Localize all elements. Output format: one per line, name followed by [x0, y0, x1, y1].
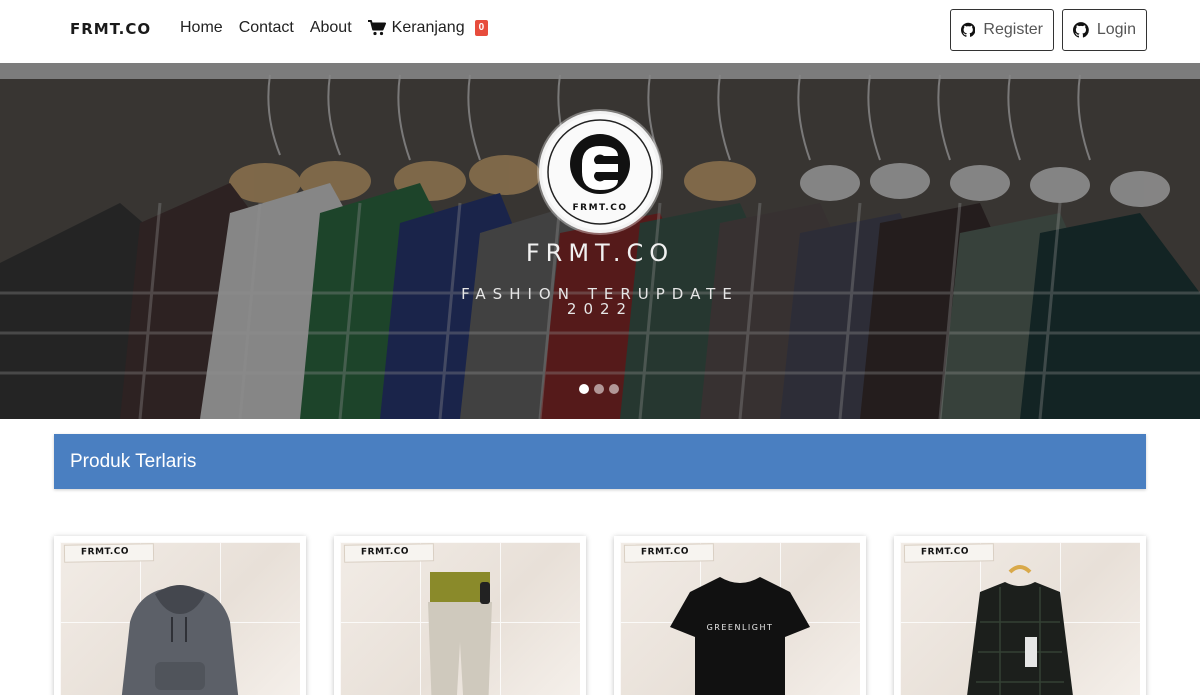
product-image: FRMT.CO GREENLIGHT	[620, 542, 860, 695]
hero-carousel[interactable]: FRMT.CO FRMT.CO FASHION TERUPDATE 2022	[0, 63, 1200, 419]
auth-buttons: Register Login	[950, 9, 1147, 51]
product-card-tshirt[interactable]: FRMT.CO GREENLIGHT	[614, 536, 866, 695]
tshirt-print-text: GREENLIGHT	[707, 623, 774, 632]
product-card-flannel[interactable]: FRMT.CO	[894, 536, 1146, 695]
cart-icon	[367, 20, 386, 36]
carousel-dot-1[interactable]	[579, 384, 589, 394]
brand-logo[interactable]: FRMT.CO	[70, 20, 151, 38]
pants-image	[428, 572, 492, 695]
product-card-pants[interactable]: FRMT.CO	[334, 536, 586, 695]
register-label: Register	[983, 21, 1043, 38]
cart-count-badge: 0	[474, 20, 489, 36]
carousel-dot-3[interactable]	[609, 384, 619, 394]
nav-link-home[interactable]: Home	[180, 19, 223, 37]
cart-label: Keranjang	[391, 19, 465, 36]
product-image: FRMT.CO	[60, 542, 300, 695]
frmt-logo-icon: FRMT.CO	[547, 119, 653, 225]
hero-brand-logo: FRMT.CO	[539, 111, 661, 233]
carousel-dot-2[interactable]	[594, 384, 604, 394]
hero-subtitle: FASHION TERUPDATE 2022	[0, 287, 1200, 317]
flannel-shirt-image	[967, 565, 1073, 695]
hero-subtitle-line2: 2022	[566, 300, 634, 318]
nav-link-about[interactable]: About	[310, 19, 352, 37]
product-image: FRMT.CO	[340, 542, 580, 695]
github-icon	[1073, 22, 1089, 38]
hero-logo-text: FRMT.CO	[573, 203, 628, 213]
bestseller-section-header: Produk Terlaris	[54, 434, 1146, 489]
nav-link-contact[interactable]: Contact	[239, 19, 294, 37]
register-button[interactable]: Register	[950, 9, 1054, 51]
navbar: FRMT.CO Home Contact About Keranjang 0 R…	[0, 0, 1200, 63]
section-title: Produk Terlaris	[70, 451, 197, 472]
product-card-hoodie[interactable]: FRMT.CO	[54, 536, 306, 695]
hoodie-image	[121, 585, 239, 695]
hero-title: FRMT.CO	[525, 239, 675, 267]
nav-links: Home Contact About Keranjang 0	[180, 19, 489, 37]
product-image: FRMT.CO	[900, 542, 1140, 695]
nav-link-cart[interactable]: Keranjang 0	[367, 19, 489, 37]
github-icon	[961, 22, 976, 37]
login-button[interactable]: Login	[1062, 9, 1147, 51]
tshirt-image: GREENLIGHT	[670, 577, 810, 695]
login-label: Login	[1096, 21, 1136, 38]
carousel-indicators	[579, 384, 619, 394]
